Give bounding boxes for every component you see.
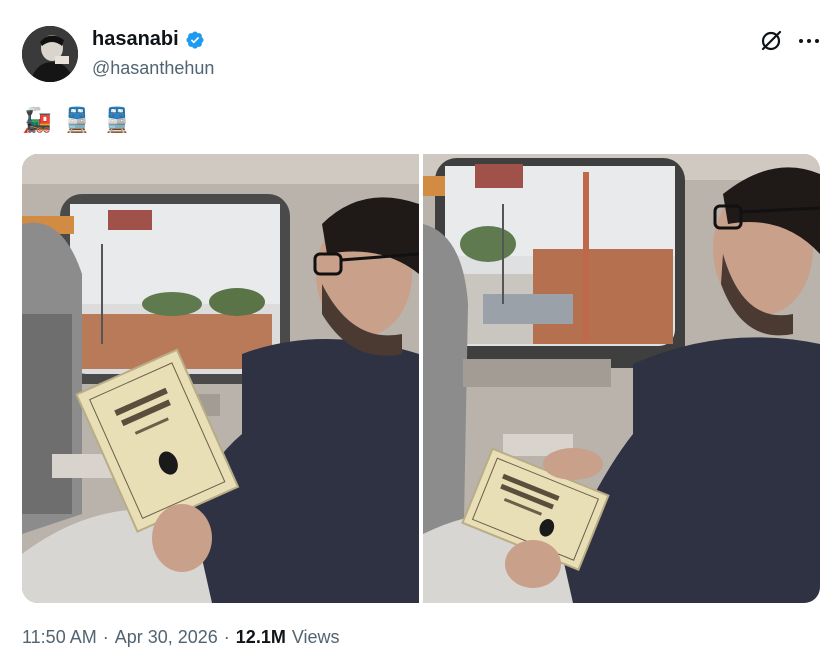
views-count[interactable]: 12.1M: [236, 627, 286, 648]
meta-separator: ·: [102, 627, 109, 647]
train-emoji: 🚆: [62, 107, 92, 134]
photo-2[interactable]: [423, 154, 820, 603]
verified-badge-icon: [185, 30, 205, 50]
train-emoji: 🚆: [102, 107, 132, 134]
post-date[interactable]: Apr 30, 2026: [115, 627, 218, 648]
views-label: Views: [291, 627, 340, 647]
author-handle[interactable]: @hasanthehun: [92, 58, 214, 79]
meta-separator: ·: [223, 627, 230, 647]
post-text: 🚂 🚆 🚆: [22, 106, 132, 136]
avatar[interactable]: [22, 26, 78, 82]
media-grid: [22, 154, 820, 603]
steam-locomotive-emoji: 🚂: [22, 107, 52, 134]
photo-1[interactable]: [22, 154, 419, 603]
post-meta: 11:50 AM · Apr 30, 2026 · 12.1M Views: [22, 627, 340, 648]
author-name-row[interactable]: hasanabi: [92, 28, 205, 51]
grok-icon[interactable]: [758, 28, 784, 54]
more-icon[interactable]: [796, 28, 822, 54]
avatar-image: [22, 26, 78, 82]
post-time[interactable]: 11:50 AM: [22, 627, 97, 648]
display-name[interactable]: hasanabi: [92, 28, 179, 51]
